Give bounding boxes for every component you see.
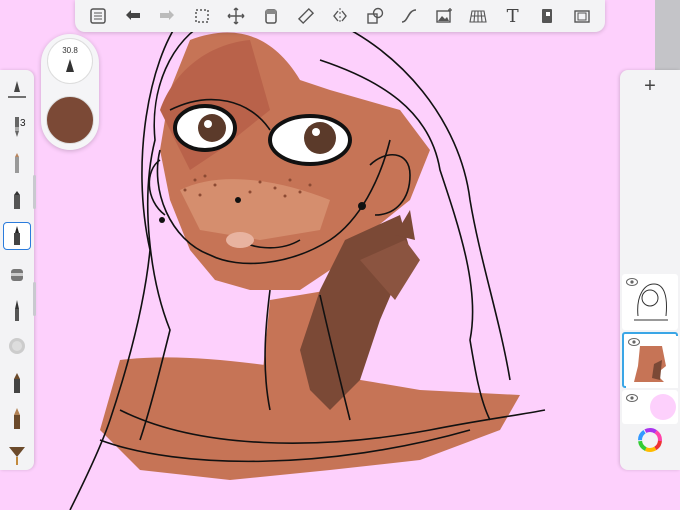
color-wheel-icon[interactable] xyxy=(638,428,662,452)
brush-size-control[interactable]: 30.8 xyxy=(47,38,93,84)
fan-brush-icon[interactable] xyxy=(3,440,31,468)
flipbook-icon[interactable] xyxy=(534,3,560,29)
texture-tool-icon[interactable] xyxy=(3,332,31,360)
visibility-eye-icon[interactable] xyxy=(626,278,638,286)
visibility-eye-icon[interactable] xyxy=(628,338,640,346)
pencil-tool-icon[interactable] xyxy=(3,112,31,140)
brush-settings-icon[interactable] xyxy=(3,76,31,104)
text-tool[interactable]: T xyxy=(500,3,526,29)
current-color-swatch[interactable] xyxy=(46,96,94,144)
redo-icon[interactable] xyxy=(154,3,180,29)
text-tool-label: T xyxy=(506,5,519,27)
curve-icon[interactable] xyxy=(396,3,422,29)
pen-nib-icon xyxy=(66,59,74,72)
visibility-eye-icon[interactable] xyxy=(626,394,638,402)
transform-icon[interactable] xyxy=(223,3,249,29)
image-icon[interactable] xyxy=(431,3,457,29)
background-color-swatch[interactable] xyxy=(650,394,676,420)
shapes-icon[interactable] xyxy=(362,3,388,29)
calligraphy-tool-icon[interactable] xyxy=(3,296,31,324)
paint-tool-icon[interactable] xyxy=(3,260,31,288)
crayon-tool-icon[interactable] xyxy=(3,368,31,396)
add-layer-button[interactable]: + xyxy=(620,70,680,102)
background-panel xyxy=(655,0,680,70)
airbrush-tool-icon[interactable] xyxy=(3,186,31,214)
layers-panel: + xyxy=(620,70,680,470)
fullscreen-icon[interactable] xyxy=(569,3,595,29)
ink-pen-tool-icon[interactable] xyxy=(3,222,31,250)
select-icon[interactable] xyxy=(189,3,215,29)
fill-icon[interactable] xyxy=(258,3,284,29)
scroll-indicator[interactable] xyxy=(33,282,36,316)
brush-count: 3 xyxy=(20,118,26,129)
layer-line-art[interactable] xyxy=(622,274,678,330)
smudge-tool-icon[interactable] xyxy=(3,404,31,432)
top-toolbar: T xyxy=(75,0,605,32)
perspective-icon[interactable] xyxy=(465,3,491,29)
brush-library: 3 xyxy=(0,70,36,470)
scroll-indicator[interactable] xyxy=(33,175,36,209)
drawing-canvas[interactable] xyxy=(0,0,680,510)
marker-tool-icon[interactable] xyxy=(3,150,31,178)
symmetry-icon[interactable] xyxy=(327,3,353,29)
list-icon[interactable] xyxy=(85,3,111,29)
ruler-icon[interactable] xyxy=(292,3,318,29)
layer-background[interactable] xyxy=(622,390,678,424)
undo-icon[interactable] xyxy=(120,3,146,29)
layer-skin-color[interactable] xyxy=(622,332,678,388)
brush-puck: 30.8 xyxy=(41,34,99,150)
brush-size-value: 30.8 xyxy=(62,46,78,55)
